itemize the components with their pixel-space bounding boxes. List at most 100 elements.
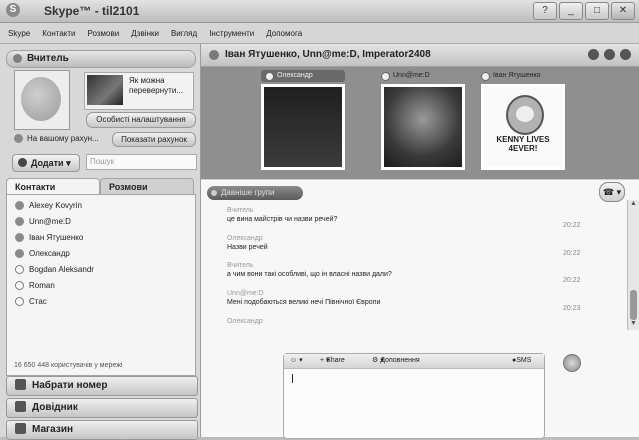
history-label: Давніше групи: [221, 188, 275, 197]
participant-tile[interactable]: Іван Ятушенко KENNY LIVES 4EVER!: [481, 70, 565, 170]
menu-view[interactable]: Вигляд: [171, 29, 197, 38]
chat-message: Олександр Назви речей: [227, 235, 268, 251]
skype-window: S Skype™ - til2101 ? _ □ ✕ Skype Контакт…: [0, 0, 639, 440]
online-status-icon: [15, 233, 24, 242]
menu-help[interactable]: Допомога: [266, 29, 302, 38]
credit-row: На вашому рахун...: [14, 134, 99, 143]
call-icon[interactable]: [588, 49, 599, 60]
directory-label: Довідник: [32, 402, 78, 413]
message-sender: Олександр: [227, 318, 263, 325]
help-button[interactable]: ?: [533, 2, 557, 20]
participant-name: Unn@me:D: [393, 72, 430, 79]
chat-scrollbar[interactable]: ▲ ▼: [627, 200, 639, 330]
mood-text: Як можна перевернути...: [129, 76, 183, 95]
call-options-button[interactable]: ☎ ▾: [599, 182, 625, 202]
share-button[interactable]: + Share ▾: [320, 354, 345, 368]
video-icon[interactable]: [604, 49, 615, 60]
mood-thumbnail: [87, 75, 123, 105]
skype-logo-icon: S: [6, 3, 20, 17]
addons-button[interactable]: ⚙ Доповнення ▾: [372, 354, 420, 368]
contact-name: Bogdan Aleksandr: [29, 265, 94, 274]
message-text: а чим вони такі особливі, що ін власні н…: [227, 271, 392, 278]
scroll-up-icon[interactable]: ▲: [629, 200, 638, 208]
scroll-thumb[interactable]: [630, 290, 637, 320]
close-button[interactable]: ✕: [611, 2, 635, 20]
addons-label: Доповнення: [380, 357, 420, 364]
tab-contacts[interactable]: Контакти: [6, 178, 100, 195]
message-time: 20:23: [563, 305, 581, 312]
avatar-image: [21, 77, 61, 121]
contact-item[interactable]: Unn@me:D: [15, 217, 71, 226]
chat-message: Олександр: [227, 318, 263, 325]
show-account-button[interactable]: Показати рахунок: [112, 132, 196, 147]
menu-bar: Skype Контакти Розмови Дзвінки Вигляд Ін…: [0, 23, 639, 44]
text-cursor: [292, 374, 293, 383]
sms-button[interactable]: ● SMS: [512, 354, 531, 368]
status-icon: [265, 71, 274, 81]
search-input[interactable]: Пошук: [86, 154, 197, 170]
contact-name: Олександр: [29, 249, 70, 258]
maximize-button[interactable]: □: [585, 2, 609, 20]
menu-skype[interactable]: Skype: [8, 29, 30, 38]
title-bar: S Skype™ - til2101 ? _ □ ✕: [0, 0, 639, 23]
participant-tile[interactable]: Unn@me:D: [381, 70, 465, 170]
participant-video: KENNY LIVES 4EVER!: [481, 84, 565, 170]
contact-item[interactable]: Alexey Kovyrin: [15, 201, 82, 210]
participant-label: Олександр: [261, 70, 345, 82]
avatar[interactable]: [14, 70, 70, 130]
online-status-icon: [15, 249, 24, 258]
credit-icon: [14, 134, 23, 143]
offline-status-icon: [15, 281, 24, 290]
scroll-down-icon[interactable]: ▼: [629, 320, 638, 328]
menu-calls[interactable]: Дзвінки: [131, 29, 159, 38]
credit-text: На вашому рахун...: [27, 134, 99, 143]
participant-tile[interactable]: Олександр: [261, 70, 345, 170]
shop-button[interactable]: Магазин: [6, 420, 198, 440]
online-user-count: 16 650 448 користувачів у мережі: [14, 362, 123, 369]
directory-button[interactable]: Довідник: [6, 398, 198, 418]
mood-message[interactable]: Як можна перевернути...: [84, 72, 194, 110]
profile-name: Вчитель: [27, 53, 69, 64]
online-status-icon: [15, 217, 24, 226]
message-compose-box[interactable]: ☺ ▾ + Share ▾ ⚙ Доповнення ▾ ● SMS: [283, 353, 545, 439]
conversation-header: Іван Ятушенко, Unn@me:D, Imperator2408: [201, 44, 639, 67]
message-sender: Вчитель: [227, 262, 254, 269]
dial-number-button[interactable]: Набрати номер: [6, 376, 198, 396]
participant-name: Іван Ятушенко: [493, 72, 541, 79]
minimize-button[interactable]: _: [559, 2, 583, 20]
history-button[interactable]: Давніше групи: [207, 186, 303, 200]
profile-header[interactable]: Вчитель: [6, 50, 196, 68]
status-icon: [481, 71, 490, 81]
search-icon: [15, 401, 26, 412]
emoticon-button[interactable]: ☺ ▾: [290, 354, 303, 368]
message-time: 20:22: [563, 277, 581, 284]
add-button-label: Додати: [31, 158, 64, 168]
message-time: 20:22: [563, 250, 581, 257]
menu-contacts[interactable]: Контакти: [42, 29, 75, 38]
online-status-icon: [15, 201, 24, 210]
message-text: це вина майстрів чи назви речей?: [227, 216, 338, 223]
contact-item[interactable]: Іван Ятушенко: [15, 233, 83, 242]
participant-video: [261, 84, 345, 170]
add-user-icon: [18, 158, 27, 167]
status-icon[interactable]: [13, 54, 22, 63]
contact-item[interactable]: Bogdan Aleksandr: [15, 265, 94, 274]
contact-item[interactable]: Стас: [15, 297, 47, 306]
contact-name: Стас: [29, 297, 47, 306]
conversation-title: Іван Ятушенко, Unn@me:D, Imperator2408: [225, 49, 431, 60]
send-button[interactable]: [563, 354, 581, 372]
phone-icon: [15, 379, 26, 390]
add-participant-icon[interactable]: [620, 49, 631, 60]
contact-item[interactable]: Roman: [15, 281, 55, 290]
add-contact-button[interactable]: Додати ▾: [12, 154, 80, 172]
menu-conversations[interactable]: Розмови: [88, 29, 120, 38]
participant-label: Іван Ятушенко: [481, 70, 565, 82]
personal-settings-button[interactable]: Особисті налаштування: [86, 112, 196, 128]
message-sender: Олександр: [227, 235, 263, 242]
message-text: Мені подобаються великі нечі Північної Є…: [227, 299, 381, 306]
chat-message: Вчитель а чим вони такі особливі, що ін …: [227, 262, 392, 278]
menu-tools[interactable]: Інструменти: [209, 29, 254, 38]
tab-conversations[interactable]: Розмови: [100, 178, 194, 195]
contact-item[interactable]: Олександр: [15, 249, 70, 258]
kenny-face: [516, 106, 534, 122]
